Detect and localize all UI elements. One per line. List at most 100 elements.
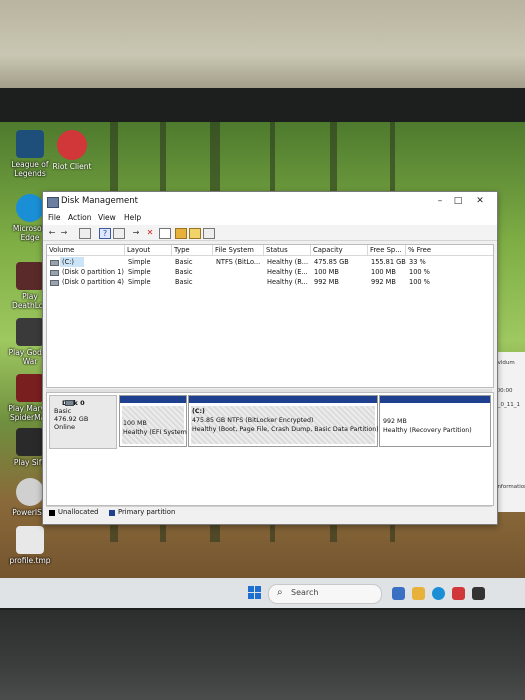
volume-list: Volume Layout Type File System Status Ca… <box>46 244 494 388</box>
cell-type: Basic <box>175 278 193 286</box>
game-shortcut-icon <box>16 318 44 346</box>
disk-0-label[interactable]: Disk 0 Basic 476.92 GB Online <box>49 395 117 449</box>
column-header-volume[interactable]: Volume <box>47 245 125 255</box>
disk-management-window: Disk Management – □ ✕ File Action View H… <box>42 191 498 525</box>
unallocated-swatch <box>49 510 55 516</box>
background-wall <box>0 0 525 92</box>
game-shortcut-icon <box>16 428 44 456</box>
cell-status: Healthy (B... <box>267 258 309 266</box>
toolbar: ← → ? → ✕ <box>43 225 497 241</box>
cell-status: Healthy (R... <box>267 278 308 286</box>
window-title: Disk Management <box>61 196 138 206</box>
cell-layout: Simple <box>128 268 151 276</box>
minimize-button[interactable]: – <box>433 195 447 208</box>
cell-type: Basic <box>175 268 193 276</box>
cell-capacity: 992 MB <box>314 278 339 286</box>
menu-bar: File Action View Help <box>43 212 497 225</box>
cell-percent-free: 100 % <box>409 268 430 276</box>
desktop-icon-league[interactable]: League of Legends <box>4 130 56 178</box>
column-header-status[interactable]: Status <box>264 245 311 255</box>
partition-fill <box>191 406 375 444</box>
view-icon[interactable] <box>203 228 215 239</box>
partition-size: 475.85 GB NTFS (BitLocker Encrypted) <box>192 417 314 424</box>
partition-size: 992 MB <box>383 418 407 425</box>
partition-size: 100 MB <box>123 420 147 427</box>
taskbar-search[interactable]: ⌕ Search <box>268 584 382 604</box>
cell-percent-free: 33 % <box>409 258 426 266</box>
cell-layout: Simple <box>128 278 151 286</box>
connect-icon[interactable]: → <box>131 228 141 237</box>
edge-icon[interactable] <box>432 587 445 600</box>
maximize-button[interactable]: □ <box>451 195 465 208</box>
menu-action[interactable]: Action <box>68 213 92 222</box>
column-header-percent-free[interactable]: % Free <box>406 245 493 255</box>
column-header-layout[interactable]: Layout <box>125 245 172 255</box>
back-arrow-icon[interactable]: ← <box>47 228 57 237</box>
taskbar: ⌕ Search <box>0 578 525 608</box>
close-button[interactable]: ✕ <box>473 195 487 208</box>
game-shortcut-icon <box>16 374 44 402</box>
menu-file[interactable]: File <box>48 213 61 222</box>
column-header-free-space[interactable]: Free Sp... <box>368 245 406 255</box>
taskbar-app-icon[interactable] <box>452 587 465 600</box>
cell-free-space: 155.81 GB <box>371 258 406 266</box>
cell-capacity: 475.85 GB <box>314 258 349 266</box>
start-button[interactable] <box>248 586 262 600</box>
search-icon: ⌕ <box>277 587 283 598</box>
column-header-type[interactable]: Type <box>172 245 213 255</box>
desktop-icon-profile[interactable]: profile.tmp <box>4 526 56 565</box>
delete-icon[interactable]: ✕ <box>145 228 155 237</box>
primary-partition-band <box>189 396 377 403</box>
disk-type: Basic <box>54 407 72 415</box>
volume-icon <box>50 270 59 276</box>
file-icon <box>16 526 44 554</box>
table-row[interactable]: (C:) Simple Basic NTFS (BitLo... Healthy… <box>47 257 493 267</box>
disk-status: Online <box>54 423 75 431</box>
column-header-filesystem[interactable]: File System <box>213 245 264 255</box>
volume-list-header: Volume Layout Type File System Status Ca… <box>47 245 493 256</box>
cell-type: Basic <box>175 258 193 266</box>
riot-icon <box>57 130 87 160</box>
cell-free-space: 992 MB <box>371 278 396 286</box>
cell-volume: (Disk 0 partition 4) <box>62 278 124 286</box>
console-tree-icon[interactable] <box>79 228 91 239</box>
search-label: Search <box>291 588 319 597</box>
partition-status: Healthy (Recovery Partition) <box>383 427 472 434</box>
cell-filesystem <box>214 267 264 277</box>
folder-icon[interactable] <box>412 587 425 600</box>
cell-layout: Simple <box>128 258 151 266</box>
partition-efi[interactable]: 100 MB Healthy (EFI System <box>119 395 187 447</box>
disk-graphical-view: Disk 0 Basic 476.92 GB Online 100 MB Hea… <box>46 392 494 506</box>
disk-management-icon <box>47 197 59 208</box>
desktop-icon-riot[interactable]: Riot Client <box>52 130 92 171</box>
help-icon[interactable]: ? <box>99 228 111 239</box>
partition-recovery[interactable]: 992 MB Healthy (Recovery Partition) <box>379 395 491 447</box>
taskbar-app-icon[interactable] <box>392 587 405 600</box>
cell-filesystem <box>214 277 264 287</box>
partition-letter: (C:) <box>192 408 205 415</box>
menu-view[interactable]: View <box>98 213 116 222</box>
forward-arrow-icon[interactable]: → <box>59 228 69 237</box>
title-bar[interactable]: Disk Management – □ ✕ <box>43 192 497 212</box>
table-row[interactable]: (Disk 0 partition 1) Simple Basic Health… <box>47 267 493 277</box>
primary-partition-band <box>380 396 490 403</box>
check-icon[interactable] <box>159 228 171 239</box>
taskbar-app-icon[interactable] <box>472 587 485 600</box>
cell-percent-free: 100 % <box>409 278 430 286</box>
desktop-icon-label: Riot Client <box>52 162 92 171</box>
column-header-capacity[interactable]: Capacity <box>311 245 368 255</box>
folder-icon[interactable] <box>175 228 187 239</box>
partition-c[interactable]: (C:) 475.85 GB NTFS (BitLocker Encrypted… <box>188 395 379 447</box>
volume-icon <box>50 280 59 286</box>
new-volume-icon[interactable] <box>189 228 201 239</box>
partition-status: Healthy (EFI System <box>123 429 187 436</box>
legend-unallocated: Unallocated <box>58 508 99 516</box>
table-row[interactable]: (Disk 0 partition 4) Simple Basic Health… <box>47 277 493 287</box>
disk-icon <box>65 400 74 406</box>
menu-help[interactable]: Help <box>124 213 141 222</box>
properties-icon[interactable] <box>113 228 125 239</box>
cell-volume: (C:) <box>60 257 84 267</box>
legend: Unallocated Primary partition <box>46 506 492 519</box>
league-icon <box>16 130 44 158</box>
volume-icon <box>50 260 59 266</box>
